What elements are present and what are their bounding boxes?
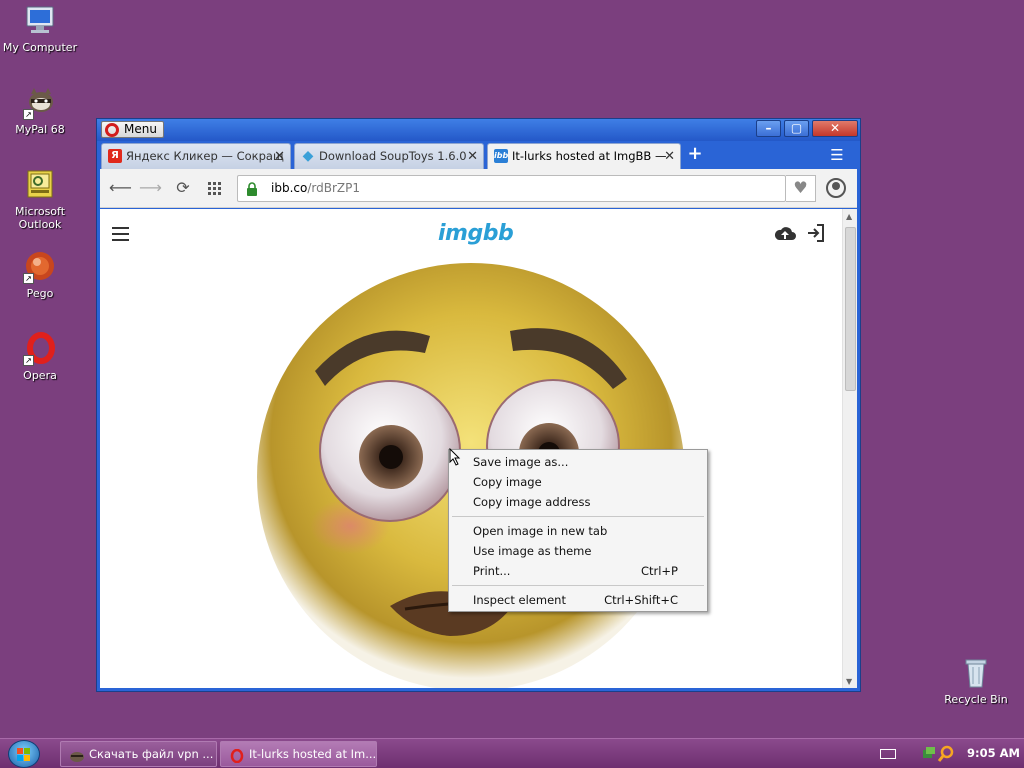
pego-icon: ↗ — [23, 250, 57, 284]
reload-button[interactable]: ⟳ — [172, 178, 194, 200]
scrollbar-thumb[interactable] — [845, 227, 856, 391]
system-clock[interactable]: 9:05 AM — [967, 739, 1020, 768]
imgbb-logo[interactable]: imgbb — [438, 221, 514, 246]
profile-icon[interactable] — [826, 178, 846, 198]
desktop-icon-outlook[interactable]: Microsoft Outlook — [0, 168, 80, 231]
opera-logo-icon — [105, 123, 119, 137]
desktop-icon-label: Opera — [23, 369, 57, 382]
menu-separator — [452, 516, 704, 517]
menu-item-save-image-as[interactable]: Save image as... — [450, 452, 706, 472]
vertical-scrollbar[interactable]: ▲ ▼ — [842, 209, 857, 688]
bookmark-heart-icon[interactable]: ♥ — [786, 175, 816, 202]
desktop-icon-label: Recycle Bin — [944, 693, 1008, 706]
maximize-button[interactable]: ▢ — [784, 120, 809, 137]
computer-icon — [23, 4, 57, 38]
opera-icon — [229, 747, 245, 764]
desktop-icon-opera[interactable]: ↗ Opera — [0, 332, 80, 382]
url-path: /rdBrZP1 — [307, 181, 360, 195]
context-menu: Save image as... Copy image Copy image a… — [448, 449, 708, 612]
minimize-button[interactable]: – — [756, 120, 781, 137]
tab-title: Download SoupToys 1.6.0 — [319, 149, 467, 163]
cloud-upload-icon[interactable] — [773, 224, 797, 244]
sign-in-icon[interactable] — [806, 223, 826, 243]
shortcut-arrow-icon: ↗ — [23, 109, 34, 120]
url-host: ibb.co — [271, 181, 308, 195]
system-tray — [921, 744, 959, 764]
desktop-icon-label: My Computer — [2, 41, 78, 54]
tab-yandex-clicker[interactable]: Я Яндекс Кликер — Сокращ ✕ — [101, 143, 291, 169]
scroll-down-icon[interactable]: ▼ — [846, 677, 852, 686]
tab-title: It-lurks hosted at ImgBB — — [512, 149, 667, 163]
navigation-toolbar: ⟵ ⟶ ⟳ ibb.co/rdBrZP1 ♥ — [100, 169, 857, 208]
shortcut-arrow-icon: ↗ — [23, 273, 34, 284]
imgbb-favicon-icon: ibb — [494, 149, 508, 163]
tab-download-souptoys[interactable]: ◆ Download SoupToys 1.6.0 ✕ — [294, 143, 484, 169]
opera-icon: ↗ — [23, 332, 57, 366]
print-shortcut: Ctrl+P — [640, 564, 678, 578]
lock-icon — [246, 182, 258, 196]
taskbar-item-label: It-lurks hosted at Im... — [249, 747, 377, 761]
menu-separator — [452, 585, 704, 586]
menu-item-copy-image-address[interactable]: Copy image address — [450, 492, 706, 512]
menu-item-open-image-new-tab[interactable]: Open image in new tab — [450, 521, 706, 541]
scroll-up-icon[interactable]: ▲ — [846, 212, 852, 221]
tab-menu-icon[interactable]: ☰ — [827, 145, 847, 165]
tab-strip: Я Яндекс Кликер — Сокращ ✕ ◆ Download So… — [97, 141, 860, 169]
keyboard-icon[interactable] — [880, 749, 896, 759]
opera-menu-button[interactable]: Menu — [101, 121, 164, 138]
address-bar[interactable]: ibb.co/rdBrZP1 — [237, 175, 786, 202]
start-button[interactable] — [8, 740, 40, 768]
tab-imgbb[interactable]: ibb It-lurks hosted at ImgBB — ✕ — [487, 143, 681, 169]
yandex-favicon-icon: Я — [108, 149, 122, 163]
tab-title: Яндекс Кликер — Сокращ — [126, 149, 284, 163]
speed-dial-grid-icon[interactable] — [204, 178, 226, 200]
network-icon — [923, 747, 935, 758]
menu-item-copy-image[interactable]: Copy image — [450, 472, 706, 492]
taskbar: Скачать файл vpn ... It-lurks hosted at … — [0, 738, 1024, 768]
taskbar-item-opera[interactable]: It-lurks hosted at Im... — [220, 741, 377, 767]
desktop-icon-my-computer[interactable]: My Computer — [0, 4, 80, 54]
menu-button-label: Menu — [124, 122, 157, 136]
raccoon-icon — [69, 747, 85, 762]
close-tab-icon[interactable]: ✕ — [274, 144, 285, 169]
raccoon-icon: ↗ — [23, 86, 57, 120]
search-tray-icon — [937, 745, 954, 762]
hamburger-menu-icon[interactable] — [112, 227, 129, 241]
outlook-icon — [23, 168, 57, 202]
back-button[interactable]: ⟵ — [109, 178, 132, 200]
menu-item-print[interactable]: Print... Ctrl+P — [450, 561, 706, 581]
souptoys-favicon-icon: ◆ — [302, 148, 314, 164]
shortcut-arrow-icon: ↗ — [23, 355, 34, 366]
desktop-icon-label: Microsoft Outlook — [14, 205, 66, 231]
close-tab-icon[interactable]: ✕ — [467, 144, 478, 169]
menu-item-use-image-as-theme[interactable]: Use image as theme — [450, 541, 706, 561]
url-text: ibb.co/rdBrZP1 — [271, 176, 360, 201]
recycle-bin-icon — [959, 656, 993, 690]
desktop-icon-label: MyPal 68 — [15, 123, 65, 136]
taskbar-item-label: Скачать файл vpn ... — [89, 747, 214, 761]
mouse-cursor-icon — [449, 447, 461, 466]
close-window-button[interactable]: ✕ — [812, 120, 858, 137]
inspect-shortcut: Ctrl+Shift+C — [604, 593, 678, 607]
menu-item-inspect-element[interactable]: Inspect element Ctrl+Shift+C — [450, 590, 706, 610]
close-tab-icon[interactable]: ✕ — [664, 144, 675, 169]
desktop-icon-label: Pego — [26, 287, 54, 300]
desktop-icon-recycle-bin[interactable]: Recycle Bin — [936, 656, 1016, 706]
desktop-icon-mypal[interactable]: ↗ MyPal 68 — [0, 86, 80, 136]
title-bar[interactable]: Menu – ▢ ✕ — [97, 119, 860, 141]
desktop-icon-pego[interactable]: ↗ Pego — [0, 250, 80, 300]
new-tab-button[interactable]: + — [685, 145, 705, 165]
windows-logo-icon — [17, 748, 31, 761]
taskbar-item-mypal[interactable]: Скачать файл vpn ... — [60, 741, 217, 767]
forward-button[interactable]: ⟶ — [139, 178, 162, 200]
